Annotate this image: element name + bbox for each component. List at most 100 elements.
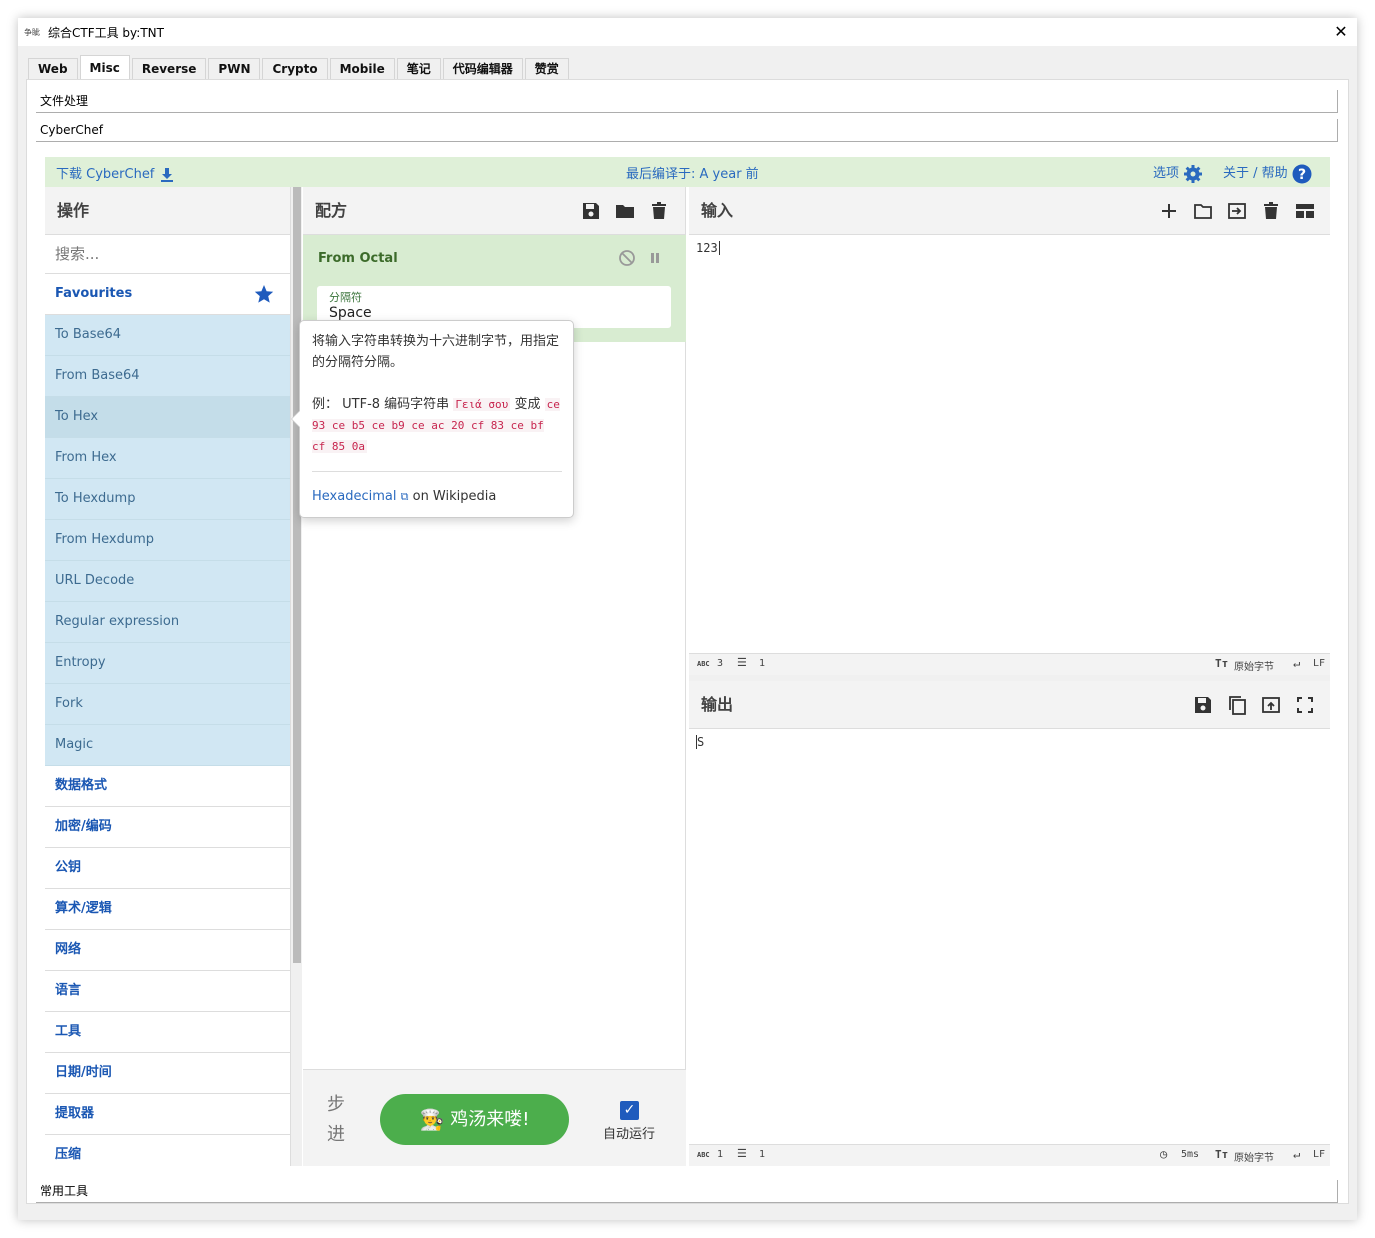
add-icon[interactable] bbox=[1159, 201, 1179, 221]
op-to-hex[interactable]: To Hex bbox=[45, 397, 290, 438]
category-extractors[interactable]: 提取器 bbox=[45, 1094, 290, 1135]
lines-icon: ☰ bbox=[737, 1147, 747, 1160]
text-format-icon[interactable]: Tт bbox=[1215, 657, 1228, 670]
star-icon[interactable] bbox=[254, 284, 274, 304]
recipe-title: 配方 bbox=[315, 201, 348, 220]
category-date-time[interactable]: 日期/时间 bbox=[45, 1053, 290, 1094]
maximise-icon[interactable] bbox=[1295, 695, 1315, 715]
tab-web[interactable]: Web bbox=[28, 58, 78, 80]
close-button[interactable]: ✕ bbox=[1331, 22, 1351, 42]
download-icon bbox=[160, 167, 173, 182]
bake-button[interactable]: 👨‍🍳 鸡汤来喽! bbox=[380, 1094, 569, 1145]
disable-icon[interactable] bbox=[618, 249, 636, 267]
save-icon[interactable] bbox=[581, 201, 601, 221]
input-textarea[interactable]: 123 bbox=[689, 235, 1330, 653]
op-magic[interactable]: Magic bbox=[45, 725, 290, 766]
auto-bake-checkbox[interactable]: ✓ bbox=[620, 1101, 639, 1120]
op-from-hex[interactable]: From Hex bbox=[45, 438, 290, 479]
copy-icon[interactable] bbox=[1227, 695, 1247, 715]
help-icon: ? bbox=[1292, 164, 1312, 183]
clear-input-icon[interactable] bbox=[1261, 201, 1281, 221]
eol-icon[interactable]: ↵ bbox=[1293, 1147, 1300, 1161]
tab-mobile[interactable]: Mobile bbox=[329, 58, 395, 80]
op-fork[interactable]: Fork bbox=[45, 684, 290, 725]
output-header: 输出 bbox=[689, 681, 1330, 729]
options-link[interactable]: 选项 bbox=[1153, 162, 1203, 184]
category-arithmetic-logic[interactable]: 算术/逻辑 bbox=[45, 889, 290, 930]
accordion-common-tools[interactable]: 常用工具 bbox=[36, 1180, 1338, 1203]
step-button[interactable]: 步进 bbox=[327, 1090, 349, 1150]
scrollbar-thumb[interactable] bbox=[293, 187, 301, 963]
eol-icon[interactable]: ↵ bbox=[1293, 656, 1300, 670]
tab-pwn[interactable]: PWN bbox=[208, 58, 261, 80]
category-language[interactable]: 语言 bbox=[45, 971, 290, 1012]
category-networking[interactable]: 网络 bbox=[45, 930, 290, 971]
op-from-base64[interactable]: From Base64 bbox=[45, 356, 290, 397]
op-url-decode[interactable]: URL Decode bbox=[45, 561, 290, 602]
pause-icon[interactable] bbox=[648, 249, 662, 267]
input-eol[interactable]: LF bbox=[1313, 658, 1325, 669]
title-bar: 争眦 综合CTF工具 by:TNT ✕ bbox=[18, 18, 1357, 46]
accordion-file-processing[interactable]: 文件处理 bbox=[36, 90, 1338, 113]
window-title: 综合CTF工具 by:TNT bbox=[48, 25, 164, 40]
save-output-icon[interactable] bbox=[1193, 695, 1213, 715]
favourites-label: Favourites bbox=[55, 286, 133, 301]
app-icon: 争眦 bbox=[24, 27, 40, 37]
app-window: 争眦 综合CTF工具 by:TNT ✕ Web Misc Reverse PWN… bbox=[18, 18, 1357, 1220]
accordion-cyberchef[interactable]: CyberChef bbox=[36, 119, 1338, 142]
abc-icon: ABC bbox=[697, 1151, 710, 1159]
op-regular-expression[interactable]: Regular expression bbox=[45, 602, 290, 643]
load-to-input-icon[interactable] bbox=[1227, 201, 1247, 221]
tooltip-divider bbox=[312, 471, 562, 472]
clock-icon: ◷ bbox=[1160, 1147, 1168, 1161]
category-favourites[interactable]: Favourites bbox=[45, 274, 290, 315]
output-textarea[interactable]: S bbox=[689, 729, 1330, 1144]
text-format-icon[interactable]: Tт bbox=[1215, 1148, 1228, 1161]
op-to-hexdump[interactable]: To Hexdump bbox=[45, 479, 290, 520]
input-cursor bbox=[718, 241, 720, 255]
input-length: 3 bbox=[717, 658, 724, 669]
download-label: 下载 CyberChef bbox=[56, 167, 155, 182]
input-header: 输入 bbox=[689, 187, 1330, 235]
tab-panel: 文件处理 CyberChef 下载 CyberChef 最后编译于: A yea… bbox=[26, 79, 1349, 1204]
tab-code-editor[interactable]: 代码编辑器 bbox=[442, 58, 523, 80]
search-input[interactable]: 搜索... bbox=[45, 235, 290, 274]
folder-icon[interactable] bbox=[615, 201, 635, 221]
about-help-link[interactable]: 关于 / 帮助 ? bbox=[1223, 162, 1312, 184]
svg-text:?: ? bbox=[1298, 167, 1306, 183]
category-public-key[interactable]: 公钥 bbox=[45, 848, 290, 889]
input-encoding[interactable]: 原始字节 bbox=[1234, 658, 1274, 673]
trash-icon[interactable] bbox=[649, 201, 669, 221]
category-data-format[interactable]: 数据格式 bbox=[45, 766, 290, 807]
input-lines: 1 bbox=[759, 658, 766, 669]
tab-reverse[interactable]: Reverse bbox=[131, 58, 207, 80]
op-to-base64[interactable]: To Base64 bbox=[45, 315, 290, 356]
tab-misc[interactable]: Misc bbox=[79, 55, 130, 79]
output-encoding[interactable]: 原始字节 bbox=[1234, 1149, 1274, 1164]
open-folder-icon[interactable] bbox=[1193, 201, 1213, 221]
category-utils[interactable]: 工具 bbox=[45, 1012, 290, 1053]
output-eol[interactable]: LF bbox=[1313, 1149, 1325, 1160]
category-compression[interactable]: 压缩 bbox=[45, 1135, 290, 1166]
wikipedia-link[interactable]: Hexadecimal bbox=[312, 489, 396, 504]
input-status-bar: ABC 3 ☰ 1 Tт 原始字节 ↵ LF bbox=[689, 653, 1330, 675]
download-link[interactable]: 下载 CyberChef bbox=[56, 163, 175, 183]
example-prefix: 例： UTF-8 编码字符串 bbox=[312, 397, 450, 412]
options-label: 选项 bbox=[1153, 166, 1180, 181]
bake-label: 鸡汤来喽! bbox=[450, 1109, 530, 1130]
tab-donate[interactable]: 赞赏 bbox=[524, 58, 569, 80]
output-status-bar: ABC 1 ☰ 1 ◷ 5ms Tт 原始字节 ↵ LF bbox=[689, 1144, 1330, 1166]
layout-icon[interactable] bbox=[1295, 201, 1315, 221]
tab-crypto[interactable]: Crypto bbox=[262, 58, 328, 80]
main-tabs: Web Misc Reverse PWN Crypto Mobile 笔记 代码… bbox=[28, 55, 571, 80]
tab-notes[interactable]: 笔记 bbox=[396, 58, 441, 80]
output-time: 5ms bbox=[1181, 1149, 1200, 1160]
last-build-text: 最后编译于: A year 前 bbox=[626, 167, 759, 182]
replace-input-icon[interactable] bbox=[1261, 695, 1281, 715]
category-encryption-encoding[interactable]: 加密/编码 bbox=[45, 807, 290, 848]
example-word: Γειά σου bbox=[453, 398, 511, 411]
op-entropy[interactable]: Entropy bbox=[45, 643, 290, 684]
op-from-hexdump[interactable]: From Hexdump bbox=[45, 520, 290, 561]
input-title: 输入 bbox=[701, 201, 734, 220]
operation-tooltip: 将输入字符串转换为十六进制字节，用指定的分隔符分隔。 例： UTF-8 编码字符… bbox=[291, 320, 574, 518]
